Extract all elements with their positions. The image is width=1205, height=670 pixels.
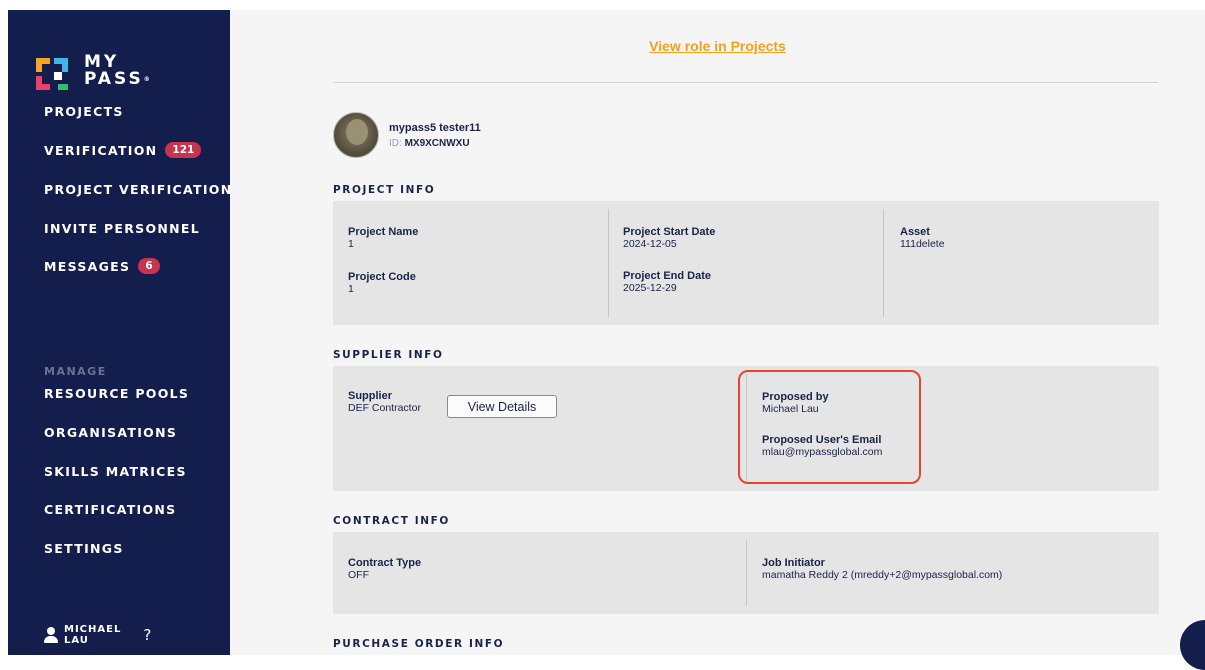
view-details-button[interactable]: View Details (447, 395, 557, 418)
logo-line-2-text: PASS (84, 69, 144, 89)
nav-settings[interactable]: SETTINGS (44, 541, 124, 556)
user-first-name: MICHAEL (64, 624, 122, 635)
supplier-label: Supplier (348, 390, 393, 402)
job-initiator-label: Job Initiator (762, 557, 825, 569)
project-start-label: Project Start Date (623, 226, 716, 238)
project-name-value: 1 (348, 238, 354, 250)
user-icon (44, 627, 58, 643)
project-end-label: Project End Date (623, 270, 712, 282)
app-frame: MY PASS® PROJECTS VERIFICATION 121 PROJEC… (0, 0, 1205, 670)
manage-section-label: MANAGE (44, 365, 107, 378)
column-divider (746, 540, 747, 606)
messages-count-badge: 6 (138, 258, 160, 274)
job-initiator-value: mamatha Reddy 2 (mreddy+2@mypassglobal.c… (762, 569, 1003, 581)
nav-projects-label: PROJECTS (44, 104, 124, 119)
contract-info-title: CONTRACT INFO (333, 515, 450, 527)
nav-organisations[interactable]: ORGANISATIONS (44, 425, 177, 440)
profile-id: ID: MX9XCNWXU (389, 138, 481, 149)
nav-projects[interactable]: PROJECTS (44, 104, 124, 119)
nav-verification-label: VERIFICATION (44, 142, 158, 158)
nav-skills-matrices-label: SKILLS MATRICES (44, 464, 187, 479)
view-role-link[interactable]: View role in Projects (230, 38, 1205, 54)
project-end-field: Project End Date 2025-12-29 (623, 270, 711, 294)
nav-messages-label: MESSAGES (44, 258, 131, 274)
project-code-label: Project Code (348, 271, 416, 283)
nav-project-verification-label: PROJECT VERIFICATION (44, 182, 233, 197)
registered-mark: ® (143, 76, 153, 83)
profile-name: mypass5 tester11 (389, 121, 481, 134)
profile-id-value: MX9XCNWXU (404, 137, 470, 149)
nav-certifications[interactable]: CERTIFICATIONS (44, 502, 177, 517)
user-name: MICHAEL LAU (64, 624, 121, 646)
header-divider (333, 82, 1158, 83)
profile-id-label: ID: (389, 137, 402, 149)
logo-wordmark: MY PASS® (84, 54, 153, 88)
nav-messages[interactable]: MESSAGES 6 (44, 258, 160, 274)
sidebar: MY PASS® PROJECTS VERIFICATION 121 PROJEC… (8, 10, 232, 655)
avatar (333, 112, 379, 158)
supplier-field: Supplier DEF Contractor (348, 390, 421, 414)
project-start-field: Project Start Date 2024-12-05 (623, 226, 715, 250)
nav-invite-personnel-label: INVITE PERSONNEL (44, 221, 201, 236)
project-name-field: Project Name 1 (348, 226, 418, 250)
project-info-title: PROJECT INFO (333, 184, 436, 196)
project-start-value: 2024-12-05 (623, 238, 677, 250)
profile-header: mypass5 tester11 ID: MX9XCNWXU (333, 112, 481, 158)
contract-type-field: Contract Type OFF (348, 557, 421, 581)
nav-verification[interactable]: VERIFICATION 121 (44, 142, 202, 158)
main-content: View role in Projects mypass5 tester11 I… (230, 10, 1205, 655)
project-info-panel: Project Name 1 Project Code 1 Project St… (333, 201, 1159, 325)
nav-project-verification[interactable]: PROJECT VERIFICATION (44, 182, 232, 197)
asset-field: Asset 111delete (900, 226, 945, 250)
nav-resource-pools-label: RESOURCE POOLS (44, 386, 190, 401)
nav-certifications-label: CERTIFICATIONS (44, 502, 177, 517)
project-name-label: Project Name (348, 226, 419, 238)
nav-settings-label: SETTINGS (44, 541, 124, 556)
nav-organisations-label: ORGANISATIONS (44, 425, 178, 440)
purchase-order-title: PURCHASE ORDER INFO (333, 638, 505, 650)
contract-type-label: Contract Type (348, 557, 422, 569)
nav-resource-pools[interactable]: RESOURCE POOLS (44, 386, 189, 401)
project-code-field: Project Code 1 (348, 271, 416, 295)
project-code-value: 1 (348, 283, 354, 295)
column-divider (883, 209, 884, 317)
asset-label: Asset (900, 226, 930, 238)
mypass-logo[interactable]: MY PASS® (36, 54, 186, 104)
user-last-name: LAU (64, 635, 89, 646)
job-initiator-field: Job Initiator mamatha Reddy 2 (mreddy+2@… (762, 557, 1002, 581)
logo-line-2: PASS® (84, 71, 153, 88)
asset-value: 111delete (900, 238, 945, 250)
nav-invite-personnel[interactable]: INVITE PERSONNEL (44, 221, 200, 236)
supplier-info-panel: Supplier DEF Contractor View Details Pro… (333, 366, 1159, 491)
supplier-value: DEF Contractor (348, 402, 421, 414)
highlight-annotation (738, 370, 921, 484)
supplier-info-title: SUPPLIER INFO (333, 349, 444, 361)
help-icon[interactable]: ? (143, 627, 152, 642)
column-divider (608, 209, 609, 317)
user-menu[interactable]: MICHAEL LAU ? (44, 624, 152, 646)
project-end-value: 2025-12-29 (623, 282, 677, 294)
verification-count-badge: 121 (165, 142, 202, 158)
contract-info-panel: Contract Type OFF Job Initiator mamatha … (333, 532, 1159, 614)
contract-type-value: OFF (348, 569, 369, 581)
mypass-logo-icon (36, 58, 68, 90)
nav-skills-matrices[interactable]: SKILLS MATRICES (44, 464, 187, 479)
